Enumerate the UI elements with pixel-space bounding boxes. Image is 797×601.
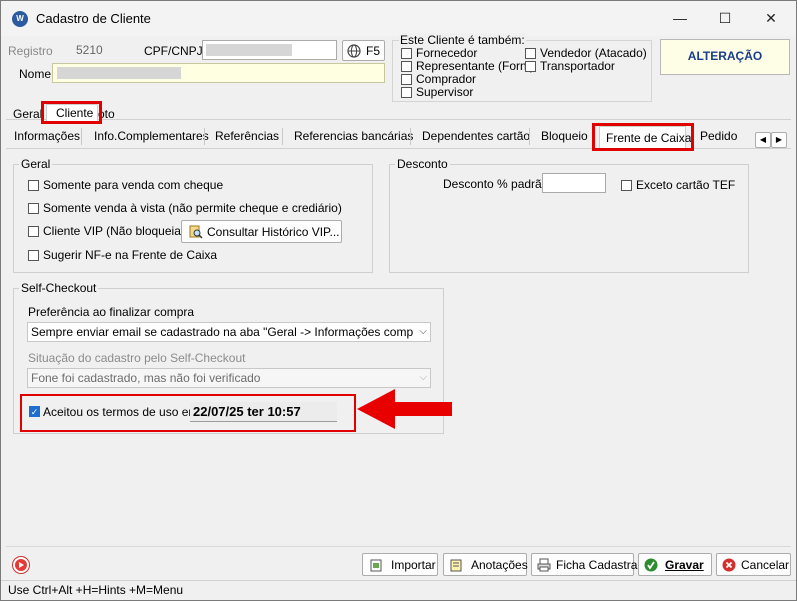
situacao-select: Fone foi cadastrado, mas não foi verific…	[27, 368, 431, 388]
app-logo-icon: W	[12, 11, 28, 27]
minimize-button[interactable]: —	[657, 1, 703, 36]
f5-label: F5	[366, 44, 381, 58]
role-representante-label: Representante (Forn.)	[416, 59, 535, 73]
role-transportador-checkbox[interactable]	[525, 61, 536, 72]
nome-redacted	[57, 67, 181, 79]
tab-informacoes[interactable]: Informações	[14, 125, 80, 147]
cliente-vip-label: Cliente VIP (Não bloqueia)	[43, 224, 185, 238]
tab-separator	[529, 128, 530, 145]
importar-button[interactable]: Importar	[362, 553, 438, 576]
tab-scroll-left-button[interactable]: ◀	[755, 132, 771, 148]
situacao-value: Fone foi cadastrado, mas não foi verific…	[31, 371, 261, 385]
role-transportador-label: Transportador	[540, 59, 615, 73]
registro-value: 5210	[76, 43, 103, 57]
tab-separator	[282, 128, 283, 145]
maximize-button[interactable]: ☐	[702, 1, 748, 36]
tab-separator	[81, 128, 82, 145]
footer-divider	[6, 546, 791, 547]
role-supervisor-label: Supervisor	[416, 85, 474, 99]
tab-separator	[204, 128, 205, 145]
roles-title: Este Cliente é também:	[399, 33, 526, 47]
anotacoes-label: Anotações	[471, 558, 528, 572]
cancelar-button[interactable]: Cancelar	[716, 553, 791, 576]
play-circle-icon[interactable]	[12, 556, 30, 574]
nome-input[interactable]	[52, 63, 385, 83]
tab-pedido[interactable]: Pedido	[700, 125, 737, 147]
role-vendedor-label: Vendedor (Atacado)	[540, 46, 647, 60]
window-title: Cadastro de Cliente	[36, 11, 151, 26]
desconto-padrao-label: Desconto % padrão	[443, 177, 549, 191]
importar-label: Importar	[391, 558, 436, 572]
mode-indicator: ALTERAÇÃO	[660, 39, 790, 75]
import-icon	[370, 558, 384, 572]
tab-referencias[interactable]: Referências	[215, 125, 279, 147]
tab-dependentes-cartao[interactable]: Dependentes cartão	[422, 125, 530, 147]
desconto-group-title: Desconto	[395, 157, 450, 171]
check-circle-icon	[644, 558, 658, 572]
role-vendedor-checkbox[interactable]	[525, 48, 536, 59]
consultar-historico-vip-button[interactable]: Consultar Histórico VIP...	[181, 220, 342, 243]
role-representante-checkbox[interactable]	[401, 61, 412, 72]
tab-scroll-right-button[interactable]: ▶	[771, 132, 787, 148]
notes-icon	[449, 558, 463, 572]
ficha-cadastral-label: Ficha Cadastral	[556, 558, 641, 572]
highlight-tab-frente-de-caixa	[592, 123, 694, 151]
tab-bloqueio[interactable]: Bloqueio	[541, 125, 588, 147]
highlight-tab-cliente	[41, 101, 102, 124]
close-button[interactable]: ✕	[748, 1, 794, 36]
exceto-tef-label: Exceto cartão TEF	[636, 178, 736, 192]
venda-a-vista-checkbox[interactable]	[28, 203, 39, 214]
role-fornecedor-label: Fornecedor	[416, 46, 478, 60]
printer-icon	[537, 558, 551, 572]
exceto-tef-checkbox[interactable]	[621, 180, 632, 191]
gravar-label: Gravar	[665, 558, 704, 572]
cpf-input[interactable]	[202, 40, 337, 60]
status-divider	[1, 580, 796, 581]
consultar-historico-vip-label: Consultar Histórico VIP...	[207, 225, 340, 239]
nome-label: Nome	[19, 67, 52, 81]
cliente-vip-checkbox[interactable]	[28, 226, 39, 237]
cpf-redacted	[206, 44, 292, 56]
status-bar-text: Use Ctrl+Alt +H=Hints +M=Menu	[8, 583, 184, 597]
cadastro-window: W Cadastro de Cliente — ☐ ✕ Registro 521…	[0, 0, 797, 601]
registro-label: Registro	[8, 44, 53, 58]
main-tabs-baseline	[6, 119, 791, 120]
search-icon	[189, 225, 203, 239]
venda-a-vista-label: Somente venda à vista (não permite chequ…	[43, 201, 342, 215]
sugerir-nfe-label: Sugerir NF-e na Frente de Caixa	[43, 248, 218, 262]
gravar-button[interactable]: Gravar	[638, 553, 712, 576]
highlight-aceitou-termos	[20, 394, 356, 432]
venda-cheque-checkbox[interactable]	[28, 180, 39, 191]
preferencia-select[interactable]: Sempre enviar email se cadastrado na aba…	[27, 322, 431, 342]
tab-geral[interactable]: Geral	[13, 107, 42, 121]
situacao-label: Situação do cadastro pelo Self-Checkout	[28, 351, 246, 365]
preferencia-value: Sempre enviar email se cadastrado na aba…	[31, 325, 413, 339]
role-comprador-checkbox[interactable]	[401, 74, 412, 85]
chevron-down-icon: ⌵	[419, 372, 427, 383]
cancelar-label: Cancelar	[741, 558, 790, 572]
self-checkout-title: Self-Checkout	[19, 281, 99, 295]
geral-group-title: Geral	[19, 157, 53, 171]
cpf-label: CPF/CNPJ	[144, 44, 203, 58]
tab-referencias-bancarias[interactable]: Referencias bancárias	[294, 125, 413, 147]
globe-icon	[347, 44, 361, 58]
role-fornecedor-checkbox[interactable]	[401, 48, 412, 59]
role-supervisor-checkbox[interactable]	[401, 87, 412, 98]
annotation-arrow-icon	[357, 389, 452, 429]
cancel-icon	[722, 558, 736, 572]
preferencia-label: Preferência ao finalizar compra	[28, 305, 195, 319]
tab-info-complementares[interactable]: Info.Complementares	[94, 125, 209, 147]
f5-button[interactable]: F5	[342, 40, 385, 61]
desconto-padrao-input[interactable]	[542, 173, 606, 193]
anotacoes-button[interactable]: Anotações	[443, 553, 528, 576]
title-bar: W Cadastro de Cliente — ☐ ✕	[1, 1, 796, 36]
chevron-down-icon: ⌵	[419, 326, 427, 337]
sugerir-nfe-checkbox[interactable]	[28, 250, 39, 261]
tab-separator	[410, 128, 411, 145]
ficha-cadastral-button[interactable]: Ficha Cadastral	[531, 553, 640, 576]
venda-cheque-label: Somente para venda com cheque	[43, 178, 224, 192]
role-comprador-label: Comprador	[416, 72, 477, 86]
